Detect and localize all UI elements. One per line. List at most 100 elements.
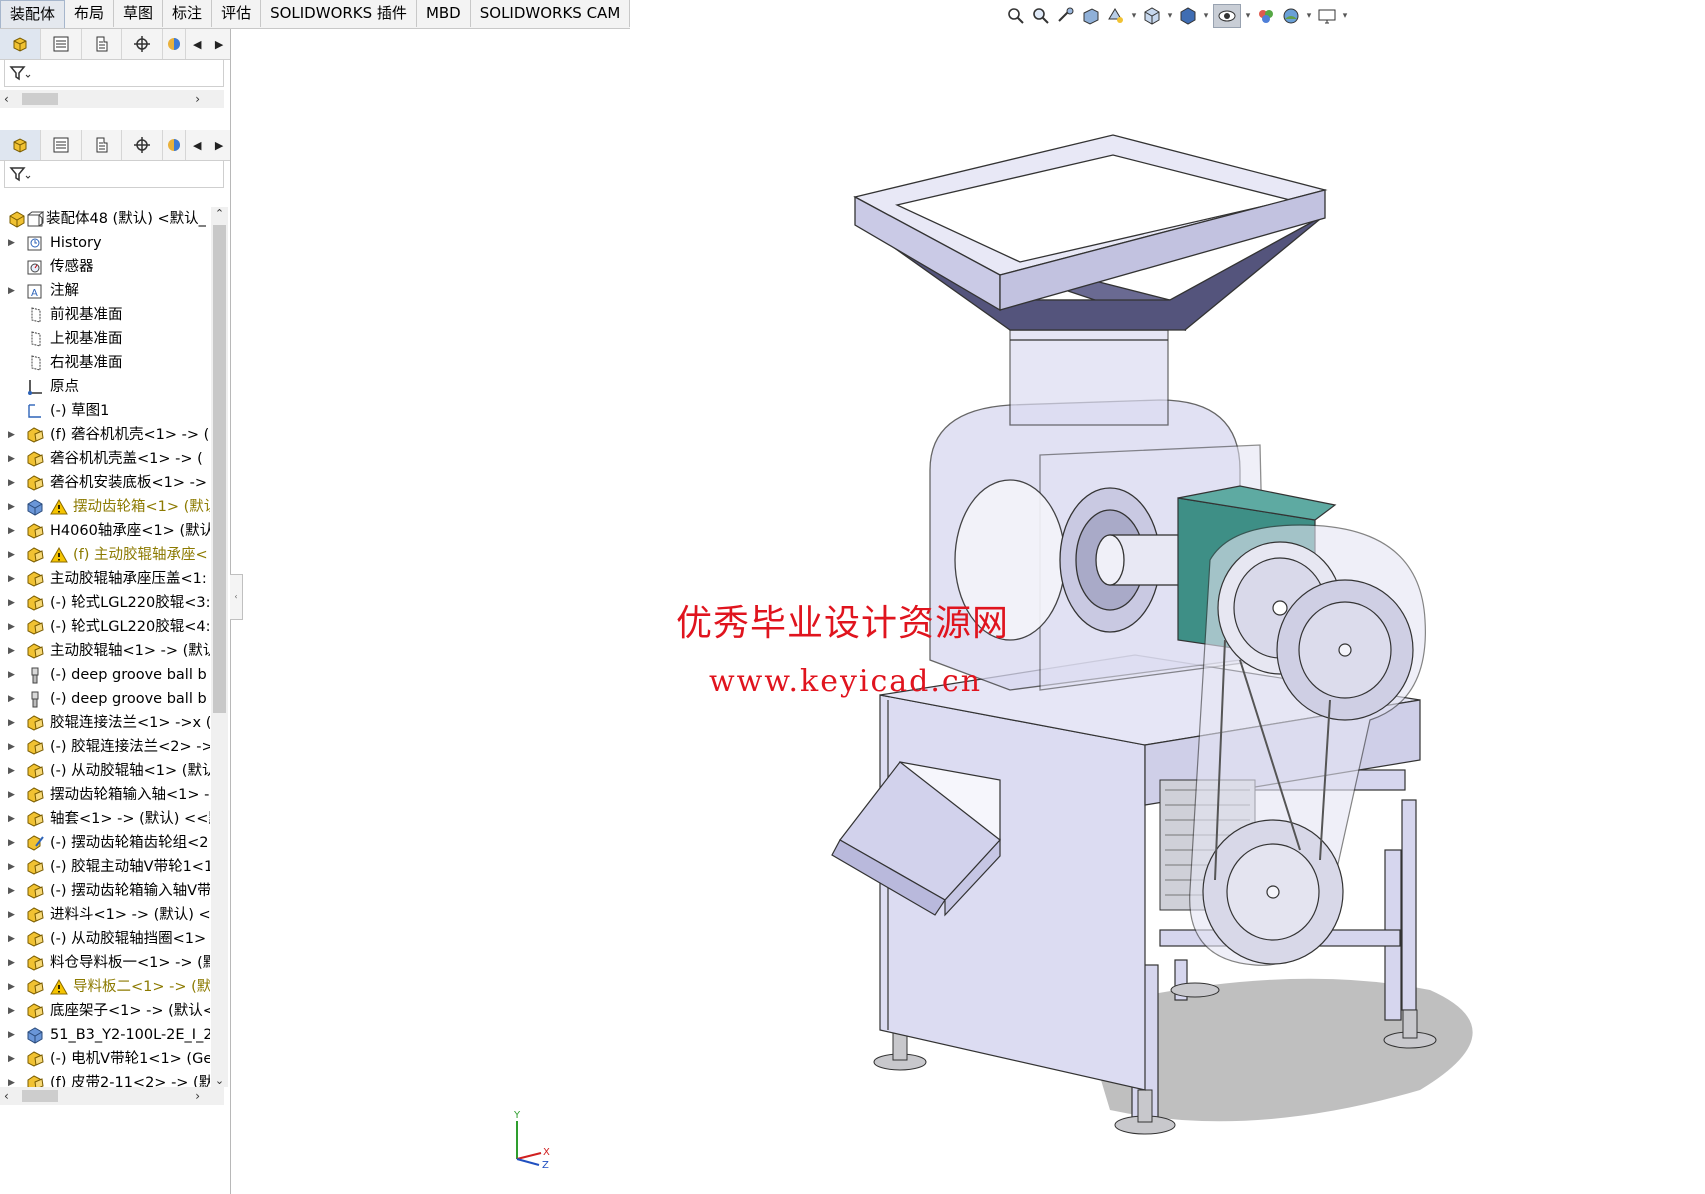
tree-item[interactable]: ▶ (-) 从动胶辊轴挡圈<1> — [0, 927, 210, 951]
tree-item[interactable]: ▶ 料仓导料板一<1> -> (默 — [0, 951, 210, 975]
view-orientation-button[interactable] — [1141, 5, 1163, 27]
dimxpert-manager-tab-lower[interactable] — [122, 130, 164, 160]
dropdown-arrow-icon[interactable]: ▾ — [1202, 11, 1210, 21]
tree-item[interactable]: ▶ 主动胶辊轴承座压盖<1: — [0, 567, 210, 591]
expand-arrow-icon[interactable]: ▶ — [8, 1023, 18, 1047]
tabs-scroll-left-lower[interactable]: ◀ — [186, 130, 208, 160]
previous-view-button[interactable] — [1055, 5, 1077, 27]
tree-vscroll[interactable]: ⌃ ⌄ — [211, 207, 228, 1087]
expand-arrow-icon[interactable]: ▶ — [8, 567, 18, 591]
expand-arrow-icon[interactable]: ▶ — [8, 831, 18, 855]
expand-arrow-icon[interactable]: ▶ — [8, 231, 18, 255]
tree-root-assembly[interactable]: 装配体48 (默认) <默认_ — [0, 207, 210, 231]
tree-item[interactable]: ▶ (-) 从动胶辊轴<1> (默认 — [0, 759, 210, 783]
expand-arrow-icon[interactable]: ▶ — [8, 975, 18, 999]
configuration-manager-tab-lower[interactable] — [82, 130, 123, 160]
expand-arrow-icon[interactable]: ▶ — [8, 927, 18, 951]
tabs-scroll-right[interactable]: ▶ — [208, 29, 230, 59]
filter-box-upper[interactable] — [4, 59, 224, 87]
tree-item[interactable]: ▶ (-) 胶辊主动轴V带轮1<1 — [0, 855, 210, 879]
property-manager-tab[interactable] — [41, 29, 82, 59]
tree-item[interactable]: 右视基准面 — [0, 351, 210, 375]
tree-item[interactable]: 前视基准面 — [0, 303, 210, 327]
dropdown-arrow-icon[interactable]: ▾ — [1305, 11, 1313, 21]
expand-arrow-icon[interactable]: ▶ — [8, 903, 18, 927]
graphics-area[interactable]: 优秀毕业设计资源网 www.keyicad.cn Y X Z — [231, 29, 1705, 1194]
tree-item[interactable]: ▶ (-) 摆动齿轮箱齿轮组<2 — [0, 831, 210, 855]
expand-arrow-icon[interactable]: ▶ — [8, 639, 18, 663]
tree-item[interactable]: ▶ (-) 轮式LGL220胶辊<4: — [0, 615, 210, 639]
scroll-right-arrow[interactable]: › — [195, 92, 200, 106]
expand-arrow-icon[interactable]: ▶ — [8, 759, 18, 783]
tab-6[interactable]: MBD — [417, 0, 471, 27]
tree-item[interactable]: ▶ 砻谷机安装底板<1> -> — [0, 471, 210, 495]
tree-item[interactable]: ▶ (-) 电机V带轮1<1> (Ge — [0, 1047, 210, 1071]
tree-item[interactable]: ▶ A 注解 — [0, 279, 210, 303]
edit-appearance-button[interactable] — [1255, 5, 1277, 27]
dropdown-arrow-icon[interactable]: ▾ — [1244, 11, 1252, 21]
tree-item[interactable]: ▶ 主动胶辊轴<1> -> (默认 — [0, 639, 210, 663]
upper-hscroll[interactable]: ‹ › — [0, 90, 224, 108]
vscroll-thumb[interactable] — [213, 225, 226, 713]
expand-arrow-icon[interactable]: ▶ — [8, 615, 18, 639]
zoom-area-button[interactable] — [1030, 5, 1052, 27]
expand-arrow-icon[interactable]: ▶ — [8, 663, 18, 687]
configuration-manager-tab[interactable] — [82, 29, 123, 59]
expand-arrow-icon[interactable]: ▶ — [8, 711, 18, 735]
dropdown-arrow-icon[interactable]: ▾ — [1130, 11, 1138, 21]
tree-item[interactable]: ▶ 砻谷机机壳盖<1> -> ( — [0, 447, 210, 471]
tree-item[interactable]: (-) 草图1 — [0, 399, 210, 423]
tab-5[interactable]: SOLIDWORKS 插件 — [261, 0, 417, 27]
dropdown-arrow-icon[interactable]: ▾ — [1166, 11, 1174, 21]
scroll-thumb[interactable] — [22, 93, 58, 105]
tree-item[interactable]: ▶ (-) deep groove ball b — [0, 687, 210, 711]
tab-7[interactable]: SOLIDWORKS CAM — [471, 0, 631, 27]
display-manager-tab-lower[interactable] — [163, 130, 187, 160]
tree-item[interactable]: ▶ (-) 轮式LGL220胶辊<3: — [0, 591, 210, 615]
tree-item[interactable]: ▶ 胶辊连接法兰<1> ->x ( — [0, 711, 210, 735]
expand-arrow-icon[interactable]: ▶ — [8, 855, 18, 879]
tree-item[interactable]: ▶ 进料斗<1> -> (默认) < — [0, 903, 210, 927]
tree-item[interactable]: ▶ (f) 皮带2-11<2> -> (默 — [0, 1071, 210, 1087]
tab-2[interactable]: 草图 — [114, 0, 164, 27]
vscroll-down-arrow[interactable]: ⌄ — [211, 1074, 228, 1087]
feature-manager-tab-lower[interactable] — [0, 130, 41, 160]
expand-arrow-icon[interactable]: ▶ — [8, 447, 18, 471]
expand-arrow-icon[interactable]: ▶ — [8, 735, 18, 759]
tree-item[interactable]: ▶ 摆动齿轮箱<1> (默认 — [0, 495, 210, 519]
tree-item[interactable]: ▶ 摆动齿轮箱输入轴<1> - — [0, 783, 210, 807]
tab-0[interactable]: 装配体 — [0, 0, 66, 28]
tree-item[interactable]: 原点 — [0, 375, 210, 399]
tree-item[interactable]: ▶ (-) deep groove ball b — [0, 663, 210, 687]
tree-item[interactable]: ▶ (f) 主动胶辊轴承座< — [0, 543, 210, 567]
tab-3[interactable]: 标注 — [163, 0, 213, 27]
tree-item[interactable]: ▶ 底座架子<1> -> (默认< — [0, 999, 210, 1023]
scroll-thumb[interactable] — [22, 1090, 58, 1102]
tree-item[interactable]: ▶ History — [0, 231, 210, 255]
tree-item[interactable]: ▶ 轴套<1> -> (默认) <<默 — [0, 807, 210, 831]
expand-arrow-icon[interactable]: ▶ — [8, 999, 18, 1023]
tabs-scroll-right-lower[interactable]: ▶ — [208, 130, 230, 160]
vscroll-up-arrow[interactable]: ⌃ — [211, 207, 228, 220]
expand-arrow-icon[interactable]: ▶ — [8, 879, 18, 903]
tree-item[interactable]: ▶ (-) 摆动齿轮箱输入轴V带 — [0, 879, 210, 903]
view-settings-button[interactable] — [1316, 5, 1338, 27]
property-manager-tab-lower[interactable] — [41, 130, 82, 160]
expand-arrow-icon[interactable]: ▶ — [8, 807, 18, 831]
tabs-scroll-left[interactable]: ◀ — [186, 29, 208, 59]
feature-manager-tab[interactable] — [0, 29, 41, 59]
scroll-left-arrow[interactable]: ‹ — [4, 92, 9, 106]
hide-show-items-button[interactable] — [1213, 4, 1241, 28]
expand-arrow-icon[interactable]: ▶ — [8, 519, 18, 543]
apply-scene-button[interactable] — [1280, 5, 1302, 27]
tree-item[interactable]: 传感器 — [0, 255, 210, 279]
expand-arrow-icon[interactable]: ▶ — [8, 423, 18, 447]
section-view-button[interactable] — [1080, 5, 1102, 27]
dynamic-annotation-button[interactable] — [1105, 5, 1127, 27]
tree-item[interactable]: ▶ 51_B3_Y2-100L-2E_I_2 — [0, 1023, 210, 1047]
tab-1[interactable]: 布局 — [65, 0, 115, 27]
tab-4[interactable]: 评估 — [212, 0, 262, 27]
expand-arrow-icon[interactable]: ▶ — [8, 1047, 18, 1071]
display-style-button[interactable] — [1177, 5, 1199, 27]
expand-arrow-icon[interactable]: ▶ — [8, 783, 18, 807]
